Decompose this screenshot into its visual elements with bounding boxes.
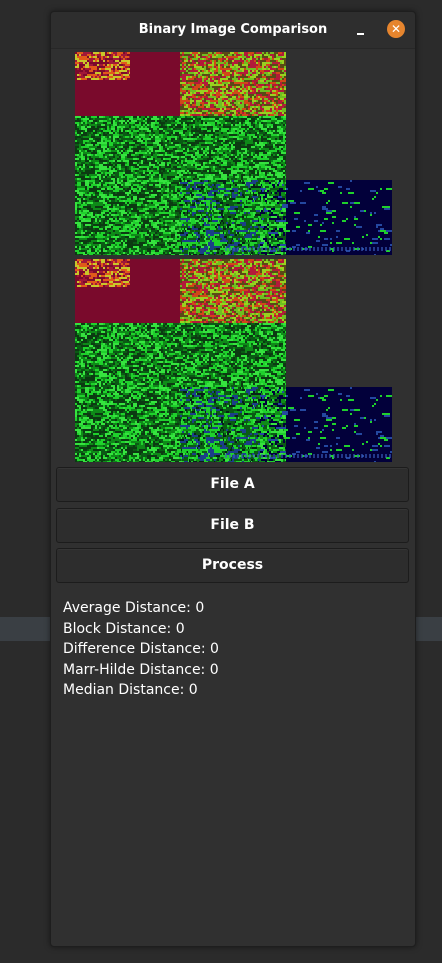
- file-b-image-preview: [75, 259, 392, 462]
- marr-hilde-distance-text: Marr-Hilde Distance: 0: [63, 661, 219, 678]
- file-a-image-preview: [75, 52, 392, 255]
- file-b-button[interactable]: File B: [56, 508, 409, 543]
- app-window: Binary Image Comparison ✕ File A File B …: [50, 11, 416, 947]
- block-distance-text: Block Distance: 0: [63, 620, 185, 637]
- close-icon[interactable]: ✕: [387, 20, 405, 38]
- average-distance-text: Average Distance: 0: [63, 600, 205, 616]
- minimize-icon[interactable]: [353, 23, 369, 39]
- difference-distance-text: Difference Distance: 0: [63, 641, 219, 658]
- results-panel: Average Distance: 0 Block Distance: 0 Di…: [63, 598, 219, 701]
- title-bar[interactable]: Binary Image Comparison ✕: [51, 12, 415, 49]
- file-a-button[interactable]: File A: [56, 467, 409, 502]
- process-button[interactable]: Process: [56, 548, 409, 583]
- median-distance-text: Median Distance: 0: [63, 682, 198, 699]
